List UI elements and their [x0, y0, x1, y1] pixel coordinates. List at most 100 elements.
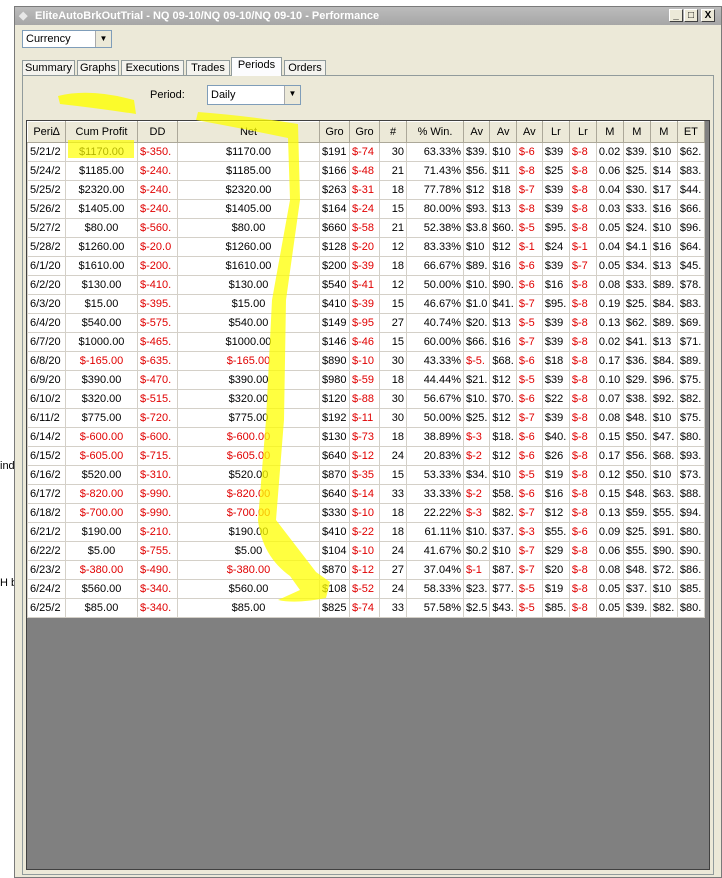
- column-header[interactable]: Av: [515, 121, 543, 143]
- table-row[interactable]: 6/10/2 $320.00 $-515. $320.00 $120 $-88 30 56.6…: [27, 389, 705, 409]
- column-header[interactable]: Av: [489, 121, 517, 143]
- table-cell: $-8: [568, 389, 597, 409]
- table-row[interactable]: 6/24/2 $560.00 $-340. $560.00 $108 $-52 24 58.3…: [27, 579, 705, 599]
- table-cell: $-820.00: [177, 484, 320, 504]
- table-cell: $-8: [568, 218, 597, 238]
- maximize-button[interactable]: □: [684, 9, 698, 22]
- table-cell: $-8: [568, 351, 597, 371]
- table-cell: 27: [379, 313, 407, 333]
- currency-select[interactable]: Currency ▼: [22, 30, 112, 48]
- column-header[interactable]: % Win.: [406, 121, 464, 143]
- tab-summary[interactable]: Summary: [22, 60, 75, 75]
- table-row[interactable]: 6/3/20 $15.00 $-395. $15.00 $410 $-39 15 46.67%…: [27, 294, 705, 314]
- table-cell: $90.: [489, 275, 517, 295]
- table-row[interactable]: 6/11/2 $775.00 $-720. $775.00 $192 $-11 30 50.0…: [27, 408, 705, 428]
- table-cell: 0.06: [595, 161, 624, 181]
- table-cell: $12: [489, 446, 517, 466]
- column-header[interactable]: DD: [137, 121, 178, 143]
- table-cell: $22: [541, 389, 570, 409]
- chevron-down-icon[interactable]: ▼: [284, 86, 300, 104]
- column-header[interactable]: ET: [676, 121, 705, 143]
- table-cell: $21.: [462, 370, 491, 390]
- table-row[interactable]: 6/14/2 $-600.00 $-600. $-600.00 $130 $-73 18 38…: [27, 427, 705, 447]
- column-header[interactable]: Gro: [349, 121, 380, 143]
- table-cell: $1610.00: [177, 256, 320, 276]
- table-row[interactable]: 6/21/2 $190.00 $-210. $190.00 $410 $-22 18 61.1…: [27, 522, 705, 542]
- title-bar[interactable]: ◆ EliteAutoBrkOutTrial - NQ 09-10/NQ 09-…: [15, 7, 721, 25]
- table-row[interactable]: 6/7/20 $1000.00 $-465. $1000.00 $146 $-46 15 60…: [27, 332, 705, 352]
- table-row[interactable]: 6/18/2 $-700.00 $-990. $-700.00 $330 $-10 18 22…: [27, 503, 705, 523]
- column-header[interactable]: Net: [177, 121, 320, 143]
- table-cell: $82.: [676, 389, 705, 409]
- table-cell: $80.00: [65, 218, 138, 238]
- table-cell: 30: [379, 351, 407, 371]
- column-header[interactable]: Gro: [319, 121, 350, 143]
- table-row[interactable]: 6/23/2 $-380.00 $-490. $-380.00 $870 $-12 27 37…: [27, 560, 705, 580]
- table-cell: $71.: [676, 332, 705, 352]
- column-header[interactable]: Peri∆: [27, 121, 66, 143]
- tab-periods[interactable]: Periods: [231, 57, 282, 76]
- column-header[interactable]: M: [622, 121, 651, 143]
- window-title: EliteAutoBrkOutTrial - NQ 09-10/NQ 09-10…: [35, 10, 380, 22]
- table-cell: $540.00: [65, 313, 138, 333]
- tab-graphs[interactable]: Graphs: [77, 60, 119, 75]
- table-cell: $85.00: [177, 598, 320, 618]
- table-cell: 12: [379, 275, 407, 295]
- table-cell: $1260.00: [65, 237, 138, 257]
- column-header[interactable]: M: [595, 121, 624, 143]
- table-cell: 27: [379, 560, 407, 580]
- table-row[interactable]: 6/2/20 $130.00 $-410. $130.00 $540 $-41 12 50.0…: [27, 275, 705, 295]
- tab-orders[interactable]: Orders: [284, 60, 326, 75]
- table-cell: $775.00: [177, 408, 320, 428]
- table-row[interactable]: 6/9/20 $390.00 $-470. $390.00 $980 $-59 18 44.4…: [27, 370, 705, 390]
- table-cell: $-5: [515, 598, 543, 618]
- periods-grid[interactable]: Peri∆ Cum Profit DD Net Gro Gro #% Win. Av Av Av L…: [26, 120, 710, 870]
- table-cell: $-7: [515, 180, 543, 200]
- table-cell: 52.38%: [406, 218, 464, 238]
- period-select[interactable]: Daily ▼: [207, 85, 301, 105]
- table-row[interactable]: 5/27/2 $80.00 $-560. $80.00 $660 $-58 21 52.38%…: [27, 218, 705, 238]
- table-row[interactable]: 6/4/20 $540.00 $-575. $540.00 $149 $-95 27 40.7…: [27, 313, 705, 333]
- table-row[interactable]: 5/26/2 $1405.00 $-240. $1405.00 $164 $-24 15 80…: [27, 199, 705, 219]
- table-cell: $-7: [515, 560, 543, 580]
- table-cell: $10: [489, 541, 517, 561]
- column-header[interactable]: Cum Profit: [65, 121, 138, 143]
- table-cell: 0.08: [595, 275, 624, 295]
- column-header[interactable]: #: [379, 121, 407, 143]
- close-button[interactable]: X: [701, 9, 715, 22]
- table-cell: $-12: [349, 560, 380, 580]
- table-row[interactable]: 6/16/2 $520.00 $-310. $520.00 $870 $-35 15 53.3…: [27, 465, 705, 485]
- table-cell: $-8: [568, 294, 597, 314]
- column-header[interactable]: M: [649, 121, 678, 143]
- table-cell: $41.: [622, 332, 651, 352]
- column-header[interactable]: Lr: [568, 121, 597, 143]
- table-row[interactable]: 6/22/2 $5.00 $-755. $5.00 $104 $-10 24 41.67% $0…: [27, 541, 705, 561]
- column-header[interactable]: Av: [462, 121, 491, 143]
- table-cell: $1170.00: [177, 142, 320, 162]
- table-cell: 0.08: [595, 408, 624, 428]
- table-row[interactable]: 5/21/2 $1170.00 $-350. $1170.00 $191 $-74 30 63…: [27, 142, 705, 162]
- table-cell: $-820.00: [65, 484, 138, 504]
- table-cell: $-700.00: [65, 503, 138, 523]
- table-row[interactable]: 6/15/2 $-605.00 $-715. $-605.00 $640 $-12 24 20…: [27, 446, 705, 466]
- table-row[interactable]: 6/8/20 $-165.00 $-635. $-165.00 $890 $-10 30 43…: [27, 351, 705, 371]
- table-cell: $-340.: [137, 598, 178, 618]
- table-row[interactable]: 5/25/2 $2320.00 $-240. $2320.00 $263 $-31 18 77…: [27, 180, 705, 200]
- chevron-down-icon[interactable]: ▼: [95, 31, 111, 47]
- table-row[interactable]: 5/24/2 $1185.00 $-240. $1185.00 $166 $-48 21 71…: [27, 161, 705, 181]
- tab-executions[interactable]: Executions: [121, 60, 184, 75]
- table-cell: $84.: [649, 294, 678, 314]
- table-cell: $12: [489, 408, 517, 428]
- table-cell: $15.00: [65, 294, 138, 314]
- table-row[interactable]: 6/17/2 $-820.00 $-990. $-820.00 $640 $-14 33 33…: [27, 484, 705, 504]
- table-cell: $23.: [462, 579, 491, 599]
- table-cell: $77.: [489, 579, 517, 599]
- table-row[interactable]: 6/1/20 $1610.00 $-200. $1610.00 $200 $-39 18 66…: [27, 256, 705, 276]
- table-row[interactable]: 5/28/2 $1260.00 $-20.0 $1260.00 $128 $-20 12 83…: [27, 237, 705, 257]
- table-cell: $-14: [349, 484, 380, 504]
- tab-trades[interactable]: Trades: [186, 60, 230, 75]
- column-header[interactable]: Lr: [541, 121, 570, 143]
- minimize-button[interactable]: _: [669, 9, 683, 22]
- table-cell: 0.19: [595, 294, 624, 314]
- table-row[interactable]: 6/25/2 $85.00 $-340. $85.00 $825 $-74 33 57.58%…: [27, 598, 705, 618]
